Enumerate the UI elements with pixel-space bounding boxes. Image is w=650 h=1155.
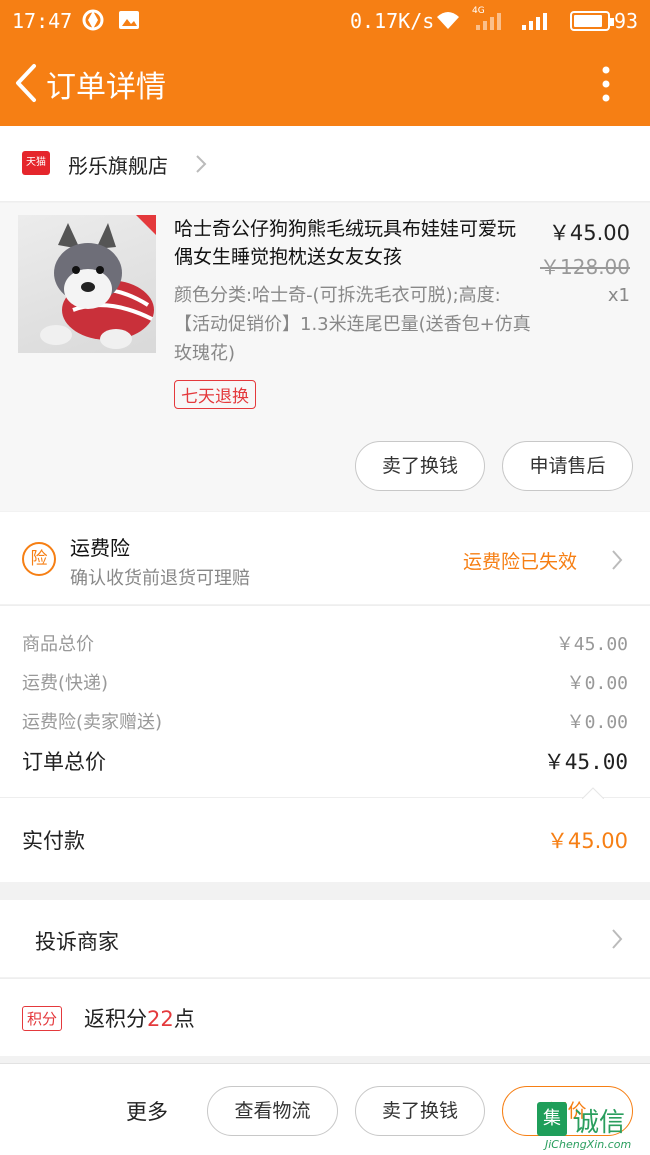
summary-row: 运费险(卖家赠送) ￥0.00: [22, 708, 628, 734]
actual-payment: 实付款 ￥45.00: [0, 787, 650, 882]
battery-icon: [570, 11, 614, 31]
after-sale-button[interactable]: 申请售后: [502, 441, 633, 491]
product-name[interactable]: 哈士奇公仔狗狗熊毛绒玩具布娃娃可爱玩偶女生睡觉抱枕送女友女孩: [174, 215, 526, 271]
chevron-right-icon: [612, 550, 623, 570]
points-prefix: 返积分: [84, 1007, 147, 1031]
chevron-right-icon: [196, 155, 207, 173]
back-chevron-icon[interactable]: [8, 58, 42, 108]
pointer-caret: [582, 787, 604, 799]
signal-icon: [522, 13, 547, 30]
sync-icon: [82, 9, 104, 31]
status-bar: 17:47 0.17K/s 4G 93: [0, 0, 650, 42]
husky-plush-image: [40, 215, 156, 349]
insurance-subtitle: 确认收货前退货可理赔: [70, 568, 250, 589]
quantity: x1: [607, 285, 630, 306]
net-speed: 0.17K/s: [350, 9, 435, 33]
summary-label: 运费(快递): [22, 673, 109, 694]
summary-row: 商品总价 ￥45.00: [22, 630, 628, 656]
more-button[interactable]: 更多: [126, 1096, 168, 1126]
complain-merchant-row[interactable]: 投诉商家: [0, 900, 650, 977]
nav-bar: 订单详情: [0, 42, 650, 126]
points-suffix: 点: [173, 1007, 195, 1031]
order-total-value: ￥45.00: [543, 750, 628, 774]
product-thumbnail[interactable]: [18, 215, 156, 353]
tmall-badge: 天猫: [22, 151, 50, 175]
view-logistics-button[interactable]: 查看物流: [207, 1086, 338, 1136]
watermark-en: JiChengXin.com: [545, 1138, 632, 1151]
resell-button-bottom[interactable]: 卖了换钱: [355, 1086, 485, 1136]
points-badge: 积分: [22, 1006, 63, 1031]
order-total-label: 订单总价: [22, 750, 106, 774]
insurance-status: 运费险已失效: [463, 551, 578, 573]
summary-value: ￥0.00: [566, 712, 628, 733]
summary-value: ￥45.00: [555, 634, 628, 655]
product-price: ￥45.00: [548, 221, 630, 245]
order-total-row: 订单总价 ￥45.00: [22, 746, 628, 776]
chevron-right-icon: [612, 929, 623, 949]
resell-button[interactable]: 卖了换钱: [355, 441, 485, 491]
wifi-icon: [437, 12, 459, 29]
status-time: 17:47: [12, 9, 73, 33]
points-text: 返积分22点: [84, 1003, 195, 1033]
price-summary: 商品总价 ￥45.00 运费(快递) ￥0.00 运费险(卖家赠送) ￥0.00…: [0, 605, 650, 797]
signal-weak-icon: [476, 13, 501, 30]
shop-name: 彤乐旗舰店: [68, 154, 168, 178]
order-item: 哈士奇公仔狗狗熊毛绒玩具布娃娃可爱玩偶女生睡觉抱枕送女友女孩 ￥45.00 ￥1…: [0, 203, 650, 511]
watermark-badge: 集: [537, 1102, 567, 1136]
summary-label: 商品总价: [22, 634, 94, 655]
summary-label: 运费险(卖家赠送): [22, 712, 163, 733]
battery-level: 93: [614, 9, 639, 33]
insurance-icon: 险: [22, 542, 56, 576]
sku-info: 颜色分类:哈士奇-(可拆洗毛衣可脱);高度:【活动促销价】1.3米连尾巴量(送香…: [174, 285, 531, 364]
complain-label: 投诉商家: [35, 930, 119, 954]
more-vertical-icon[interactable]: [588, 64, 624, 104]
payment-value: ￥45.00: [546, 829, 628, 853]
shop-row[interactable]: 天猫 彤乐旗舰店: [0, 126, 650, 202]
payment-label: 实付款: [22, 829, 85, 853]
points-reward-row: 积分 返积分22点: [0, 978, 650, 1056]
seven-day-return-tag: 七天退换: [174, 380, 256, 409]
page-title: 订单详情: [46, 70, 166, 105]
image-notification-icon: [119, 11, 139, 29]
insurance-title: 运费险: [70, 536, 130, 560]
summary-value: ￥0.00: [566, 673, 628, 694]
points-count: 22: [147, 1007, 174, 1031]
watermark-cn: 诚信: [573, 1108, 626, 1138]
shipping-insurance-row[interactable]: 险 运费险 确认收货前退货可理赔 运费险已失效: [0, 512, 650, 604]
summary-row: 运费(快递) ￥0.00: [22, 669, 628, 695]
watermark-logo: 集 诚信 JiChengXin.com: [535, 1098, 650, 1155]
original-price: ￥128.00: [540, 255, 630, 279]
